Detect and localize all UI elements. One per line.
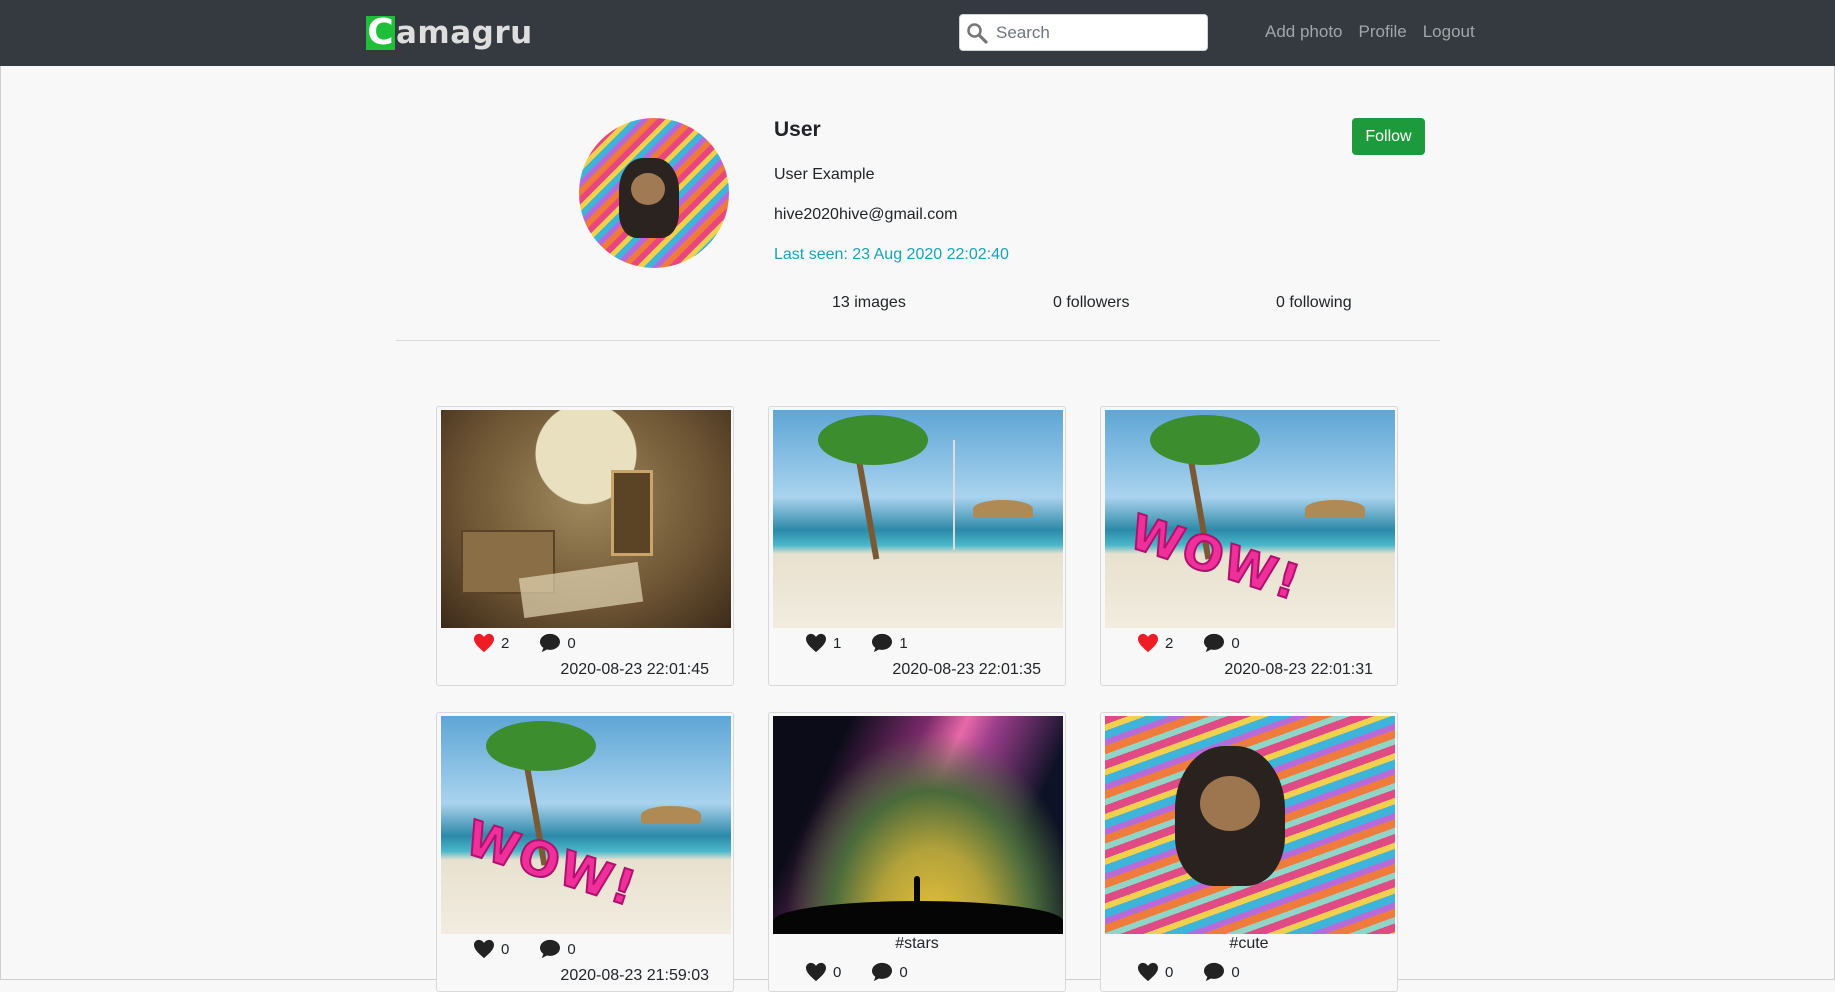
profile-last-seen: Last seen: 23 Aug 2020 22:02:40 xyxy=(774,246,1009,263)
post-image[interactable] xyxy=(1105,716,1395,934)
post-image[interactable] xyxy=(773,716,1063,934)
comment-icon[interactable] xyxy=(1203,962,1225,982)
post-date: 2020-08-23 21:59:03 xyxy=(560,967,709,984)
post-tag[interactable]: #cute xyxy=(1101,935,1397,953)
post-card: #stars 0 0 xyxy=(768,712,1066,992)
search-icon xyxy=(967,22,988,44)
follow-button[interactable]: Follow xyxy=(1352,118,1425,155)
post-card: WOW! 0 0 2020-08-23 21:59:03 xyxy=(436,712,734,992)
profile-full-name: User Example xyxy=(774,166,875,183)
heart-icon[interactable] xyxy=(805,962,827,982)
logo-letter: C xyxy=(366,16,395,50)
like-count: 1 xyxy=(833,634,842,652)
profile-username: User xyxy=(774,118,821,141)
like-count: 0 xyxy=(1165,963,1174,981)
comment-icon[interactable] xyxy=(1203,633,1225,653)
post-image[interactable]: WOW! xyxy=(1105,410,1395,628)
like-count: 0 xyxy=(501,940,510,958)
wow-sticker: WOW! xyxy=(458,809,645,919)
search-box[interactable] xyxy=(959,14,1208,51)
post-image[interactable]: WOW! xyxy=(441,716,731,934)
logo-text: amagru xyxy=(396,15,533,51)
stat-followers[interactable]: 0 followers xyxy=(1053,294,1129,312)
nav-add-photo-link[interactable]: Add photo xyxy=(1265,22,1343,42)
search-input[interactable] xyxy=(994,21,1198,44)
nav-logout-link[interactable]: Logout xyxy=(1423,22,1475,42)
post-card: WOW! 2 0 2020-08-23 22:01:31 xyxy=(1100,406,1398,686)
nav-profile-link[interactable]: Profile xyxy=(1359,22,1407,42)
comment-count: 0 xyxy=(1231,634,1240,652)
comment-icon[interactable] xyxy=(539,939,561,959)
like-count: 2 xyxy=(1165,634,1174,652)
post-tag[interactable]: #stars xyxy=(769,935,1065,953)
top-navbar: C amagru Add photo Profile Logout xyxy=(0,0,1835,66)
heart-icon[interactable] xyxy=(805,633,827,653)
profile-divider xyxy=(396,340,1440,341)
heart-icon[interactable] xyxy=(473,939,495,959)
post-date: 2020-08-23 22:01:45 xyxy=(560,661,709,678)
post-card: 1 1 2020-08-23 22:01:35 xyxy=(768,406,1066,686)
heart-icon[interactable] xyxy=(1137,633,1159,653)
post-date: 2020-08-23 22:01:31 xyxy=(1224,661,1373,678)
comment-count: 0 xyxy=(567,634,576,652)
profile-avatar xyxy=(579,118,729,268)
like-count: 2 xyxy=(501,634,510,652)
wow-sticker: WOW! xyxy=(1122,503,1309,613)
heart-icon[interactable] xyxy=(1137,962,1159,982)
stat-images[interactable]: 13 images xyxy=(832,294,906,312)
camagru-logo[interactable]: C amagru xyxy=(366,15,533,51)
comment-icon[interactable] xyxy=(871,962,893,982)
comment-icon[interactable] xyxy=(539,633,561,653)
comment-count: 0 xyxy=(1231,963,1240,981)
comment-count: 1 xyxy=(899,634,908,652)
post-date: 2020-08-23 22:01:35 xyxy=(892,661,1041,678)
profile-email: hive2020hive@gmail.com xyxy=(774,206,958,223)
comment-count: 0 xyxy=(567,940,576,958)
like-count: 0 xyxy=(833,963,842,981)
heart-icon[interactable] xyxy=(473,633,495,653)
comment-icon[interactable] xyxy=(871,633,893,653)
comment-count: 0 xyxy=(899,963,908,981)
post-image[interactable] xyxy=(441,410,731,628)
stat-following[interactable]: 0 following xyxy=(1276,294,1352,312)
post-card: 2 0 2020-08-23 22:01:45 xyxy=(436,406,734,686)
post-card: #cute 0 0 xyxy=(1100,712,1398,992)
post-image[interactable] xyxy=(773,410,1063,628)
